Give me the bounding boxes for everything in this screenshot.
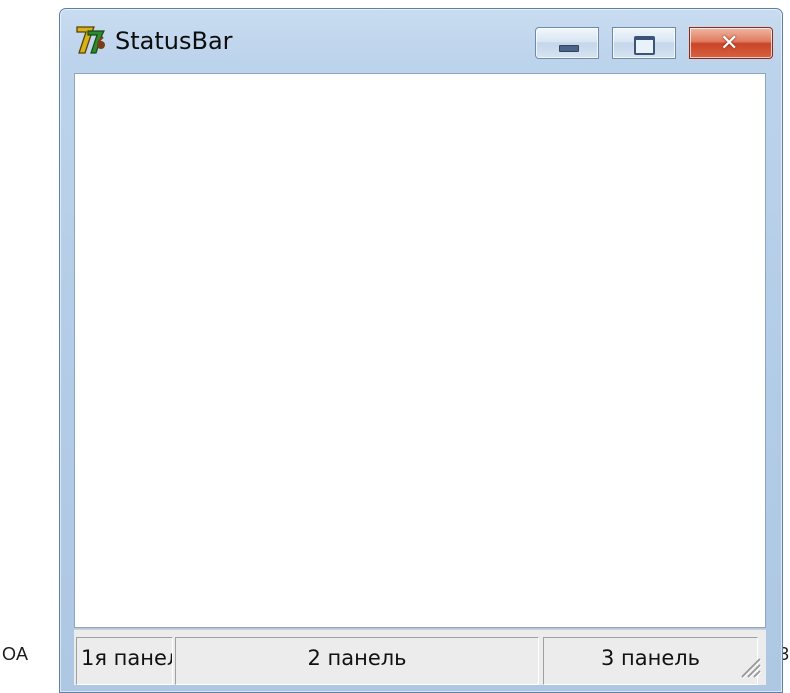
delphi-app-icon[interactable] bbox=[74, 23, 108, 57]
close-icon: ✕ bbox=[720, 31, 739, 56]
window-title: StatusBar bbox=[115, 27, 233, 55]
application-window: StatusBar ✕ 1я панель 2 панель 3 панель bbox=[59, 8, 783, 693]
status-panel-1: 1я панель bbox=[76, 637, 173, 685]
status-panel-3: 3 панель bbox=[543, 637, 758, 685]
status-panel-2: 2 панель bbox=[175, 637, 539, 685]
resize-grip-icon[interactable] bbox=[738, 655, 762, 679]
client-area[interactable] bbox=[74, 73, 766, 628]
close-button[interactable]: ✕ bbox=[689, 27, 773, 59]
title-bar[interactable]: StatusBar ✕ bbox=[60, 9, 782, 73]
maximize-button[interactable] bbox=[612, 27, 676, 59]
maximize-icon bbox=[634, 36, 655, 55]
minimize-button[interactable] bbox=[535, 27, 599, 59]
minimize-icon bbox=[559, 45, 579, 52]
background-text-left: OA bbox=[2, 644, 29, 664]
status-bar: 1я панель 2 панель 3 панель bbox=[74, 629, 766, 685]
